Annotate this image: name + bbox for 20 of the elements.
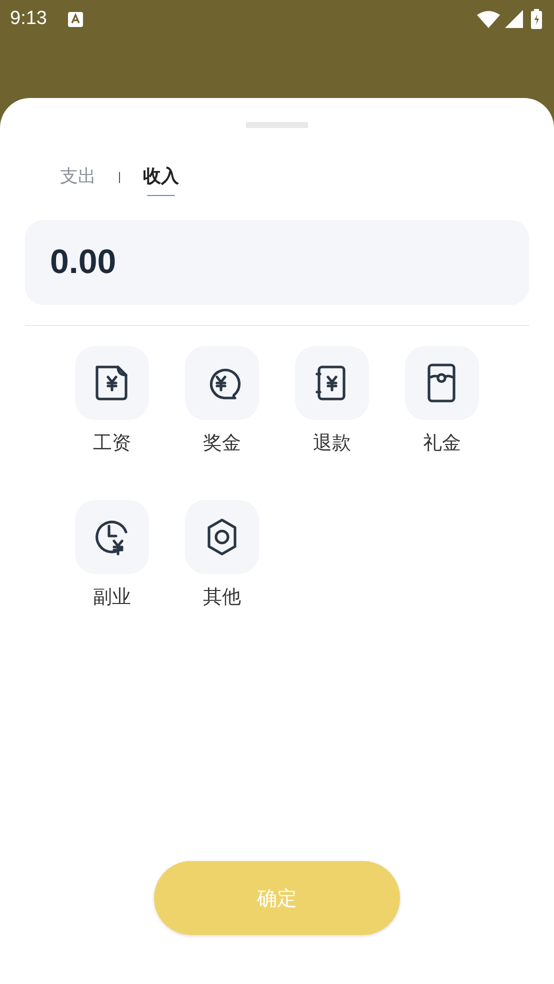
category-label: 工资 bbox=[93, 431, 131, 455]
tab-indicator bbox=[147, 195, 175, 196]
status-time: 9:13 bbox=[10, 8, 47, 30]
category-label: 副业 bbox=[93, 585, 131, 609]
category-button[interactable] bbox=[75, 346, 149, 420]
category-button[interactable] bbox=[295, 346, 369, 420]
notification-icon bbox=[68, 12, 83, 26]
wifi-icon bbox=[477, 10, 500, 28]
category-button[interactable] bbox=[405, 346, 479, 420]
battery-icon bbox=[531, 9, 542, 29]
signal-icon bbox=[505, 10, 523, 28]
category-label: 奖金 bbox=[203, 431, 241, 455]
category-button[interactable] bbox=[185, 346, 259, 420]
category-label: 其他 bbox=[203, 585, 241, 609]
tab[interactable]: 收入 bbox=[143, 166, 179, 196]
category-button[interactable] bbox=[185, 500, 259, 574]
category-button[interactable] bbox=[75, 500, 149, 574]
amount-field[interactable]: 0.00 bbox=[25, 220, 529, 305]
category-label: 礼金 bbox=[423, 431, 461, 455]
category-label: 退款 bbox=[313, 431, 351, 455]
